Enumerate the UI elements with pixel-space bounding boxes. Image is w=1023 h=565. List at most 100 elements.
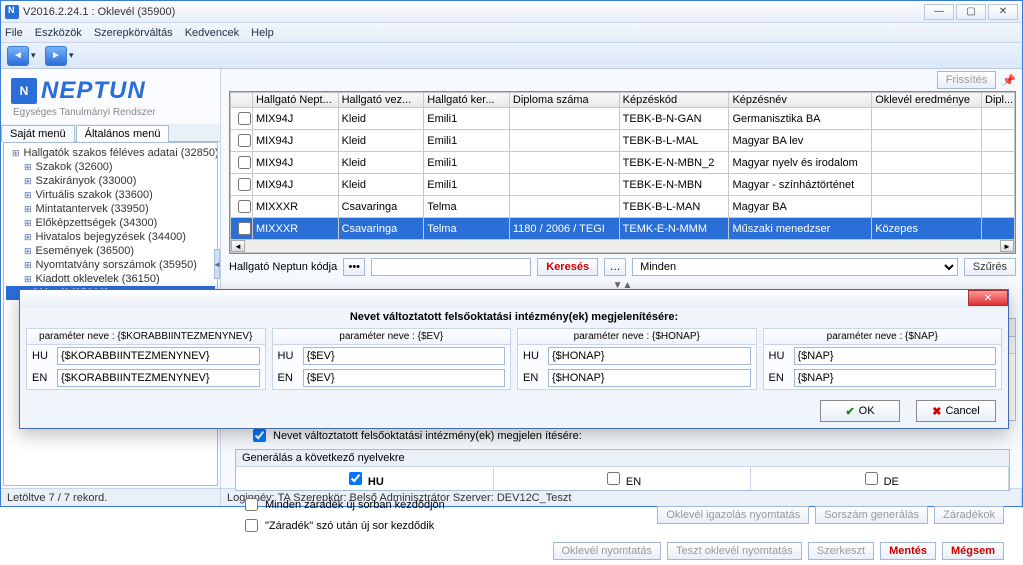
row-checkbox[interactable] [238, 222, 251, 235]
tree-node[interactable]: Események (36500) [6, 244, 215, 258]
lang-en[interactable]: EN [494, 467, 752, 490]
lang-label: HU [278, 350, 298, 362]
param-hu-input[interactable] [57, 347, 260, 365]
cell: Telma [424, 218, 510, 240]
lang-label: EN [523, 372, 543, 384]
table-row[interactable]: MIX94JKleidEmili1TEBK-B-N-GANGermaniszti… [231, 108, 1015, 130]
table-row[interactable]: MIX94JKleidEmili1TEBK-B-L-MALMagyar BA l… [231, 130, 1015, 152]
menu-help[interactable]: Help [251, 27, 274, 39]
cell [982, 218, 1015, 240]
nav-back-button[interactable]: ◄ [7, 46, 29, 66]
btn-endorsements[interactable]: Záradékok [934, 506, 1004, 524]
row-checkbox[interactable] [238, 178, 251, 191]
btn-edit[interactable]: Szerkeszt [808, 542, 874, 560]
table-row[interactable]: MIXXXRCsavaringaTelma1180 / 2006 / TEGIT… [231, 218, 1015, 240]
param-hu-input[interactable] [548, 347, 751, 365]
tab-general-menu[interactable]: Általános menü [76, 125, 170, 142]
param-column: paraméter neve : {$HONAP}HUEN [517, 328, 757, 390]
lang-en-chk[interactable] [607, 472, 620, 485]
filter-select[interactable]: Minden [632, 258, 958, 276]
grid-header[interactable]: Képzésnév [729, 93, 872, 108]
cell: MIX94J [252, 108, 338, 130]
param-en-input[interactable] [794, 369, 997, 387]
cell [872, 152, 982, 174]
btn-serial-gen[interactable]: Sorszám generálás [815, 506, 928, 524]
search-button[interactable]: Keresés [537, 258, 598, 276]
chk-newline-after[interactable] [245, 519, 258, 532]
param-hu-input[interactable] [794, 347, 997, 365]
tree-node[interactable]: Előképzettségek (34300) [6, 216, 215, 230]
tree-node[interactable]: Mintatantervek (33950) [6, 202, 215, 216]
param-en-input[interactable] [57, 369, 260, 387]
menu-favorites[interactable]: Kedvencek [185, 27, 239, 39]
refresh-button[interactable]: Frissítés [937, 71, 997, 89]
data-grid[interactable]: Hallgató Nept... Hallgató vez... Hallgat… [229, 91, 1016, 254]
cell [509, 196, 619, 218]
search-input[interactable] [371, 258, 531, 276]
row-checkbox[interactable] [238, 156, 251, 169]
grid-header[interactable]: Oklevél eredménye [872, 93, 982, 108]
lookup-button[interactable]: ••• [343, 258, 365, 276]
maximize-button[interactable] [956, 4, 986, 20]
grid-header[interactable]: Dipl... [982, 93, 1015, 108]
grid-header[interactable]: Hallgató Nept... [252, 93, 338, 108]
tree-node[interactable]: Hivatalos bejegyzések (34400) [6, 230, 215, 244]
filter-button[interactable]: Szűrés [964, 258, 1016, 276]
scroll-left-icon[interactable]: ◄ [231, 240, 245, 252]
tree-node[interactable]: Szakok (32600) [6, 160, 215, 174]
cell [982, 196, 1015, 218]
table-row[interactable]: MIXXXRCsavaringaTelmaTEBK-B-L-MANMagyar … [231, 196, 1015, 218]
tree-node[interactable]: Virtuális szakok (33600) [6, 188, 215, 202]
row-checkbox[interactable] [238, 112, 251, 125]
lang-de[interactable]: DE [751, 467, 1009, 490]
row-checkbox[interactable] [238, 134, 251, 147]
cell [982, 174, 1015, 196]
close-button[interactable] [988, 4, 1018, 20]
lang-hu-chk[interactable] [349, 472, 362, 485]
menu-file[interactable]: File [5, 27, 23, 39]
lang-de-chk[interactable] [865, 472, 878, 485]
nav-fwd-button[interactable]: ► [45, 46, 67, 66]
nav-back-drop[interactable]: ▾ [31, 50, 43, 61]
cell: Telma [424, 196, 510, 218]
menubar: File Eszközök Szerepkörváltás Kedvencek … [1, 23, 1022, 43]
cell: Kleid [338, 152, 424, 174]
collapse-handle-icon[interactable]: ◄ [214, 249, 220, 279]
lang-hu[interactable]: HU [236, 467, 494, 490]
menu-tools[interactable]: Eszközök [35, 27, 82, 39]
btn-diploma-print[interactable]: Oklevél nyomtatás [553, 542, 661, 560]
chk-name-changed[interactable] [253, 429, 266, 442]
nav-fwd-drop[interactable]: ▾ [69, 50, 81, 61]
param-en-input[interactable] [548, 369, 751, 387]
chk-newline-each[interactable] [245, 498, 258, 511]
ok-button[interactable]: ✔OK [820, 400, 900, 422]
cell: Csavaringa [338, 218, 424, 240]
btn-save[interactable]: Mentés [880, 542, 936, 560]
tree-node[interactable]: Hallgatók szakos féléves adatai (32850) [6, 146, 215, 160]
grid-header[interactable]: Hallgató vez... [338, 93, 424, 108]
row-checkbox[interactable] [238, 200, 251, 213]
table-row[interactable]: MIX94JKleidEmili1TEBK-E-N-MBN_2Magyar ny… [231, 152, 1015, 174]
btn-cancel[interactable]: Mégsem [942, 542, 1004, 560]
pin-icon[interactable]: 📌 [1002, 74, 1016, 87]
menu-role[interactable]: Szerepkörváltás [94, 27, 173, 39]
tree-node[interactable]: Kiadott oklevelek (36150) [6, 272, 215, 286]
dialog-close-button[interactable]: ✕ [968, 290, 1008, 306]
grid-header[interactable] [231, 93, 253, 108]
table-row[interactable]: MIX94JKleidEmili1TEBK-E-N-MBNMagyar - sz… [231, 174, 1015, 196]
tree-node[interactable]: Szakirányok (33000) [6, 174, 215, 188]
param-en-input[interactable] [303, 369, 506, 387]
param-hu-input[interactable] [303, 347, 506, 365]
minimize-button[interactable] [924, 4, 954, 20]
btn-test-print[interactable]: Teszt oklevél nyomtatás [667, 542, 802, 560]
grid-header[interactable]: Diploma száma [509, 93, 619, 108]
grid-header[interactable]: Képzéskód [619, 93, 729, 108]
tree-node[interactable]: Nyomtatvány sorszámok (35950) [6, 258, 215, 272]
btn-cert-print[interactable]: Oklevél igazolás nyomtatás [657, 506, 809, 524]
generate-label: Generálás a következő nyelvekre [236, 450, 1009, 467]
tab-own-menu[interactable]: Saját menü [1, 125, 75, 142]
scroll-right-icon[interactable]: ► [1000, 240, 1014, 252]
grid-header[interactable]: Hallgató ker... [424, 93, 510, 108]
more-options-button[interactable]: … [604, 258, 626, 276]
cancel-button[interactable]: ✖Cancel [916, 400, 996, 422]
